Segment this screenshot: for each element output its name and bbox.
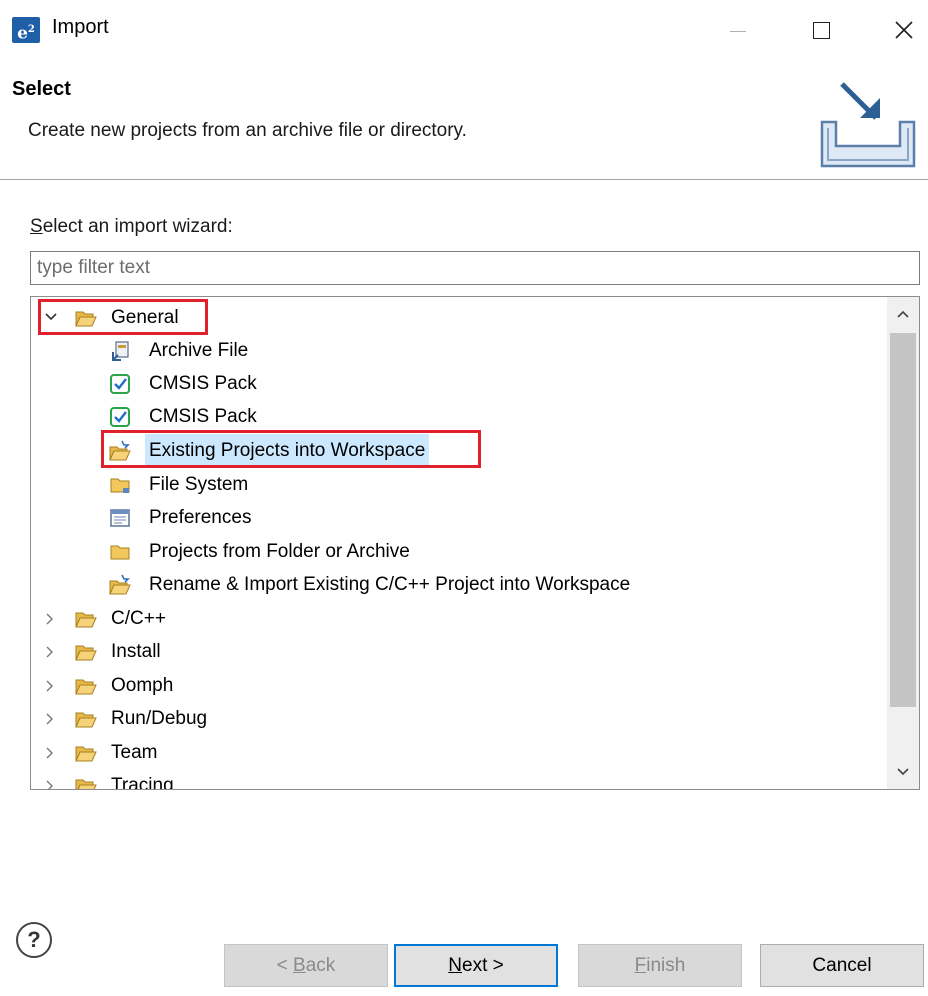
tree-item-file-system[interactable]: File System xyxy=(31,468,881,501)
tree-item-existing-projects[interactable]: Existing Projects into Workspace xyxy=(31,434,881,467)
tree-item-cmsis-pack[interactable]: CMSIS Pack xyxy=(31,367,881,400)
cmsis-pack-icon xyxy=(110,407,130,427)
wizard-tree[interactable]: General Archive File CMSIS Pack CMSIS Pa… xyxy=(30,296,920,790)
chevron-right-icon[interactable] xyxy=(41,769,61,789)
tree-scrollbar[interactable] xyxy=(887,297,919,789)
tree-item-cmsis-pack[interactable]: CMSIS Pack xyxy=(31,400,881,433)
title-bar: e2 Import xyxy=(0,0,928,62)
scroll-down-button[interactable] xyxy=(887,755,919,789)
chevron-down-icon xyxy=(897,768,909,776)
folder-icon xyxy=(110,478,130,493)
tree-item-install[interactable]: Install xyxy=(31,635,881,668)
import-project-icon xyxy=(109,574,131,595)
button-bar: ? < Back Next > Finish Cancel xyxy=(0,922,928,996)
wizard-header: Select Create new projects from an archi… xyxy=(0,62,928,180)
scroll-thumb[interactable] xyxy=(890,333,916,707)
folder-open-icon xyxy=(75,612,97,628)
window-title: Import xyxy=(52,16,109,38)
cmsis-pack-icon xyxy=(110,374,130,394)
e2-studio-logo-icon: e2 xyxy=(12,17,40,44)
folder-open-icon xyxy=(75,712,97,728)
wizard-label: Select an import wizard: xyxy=(30,216,233,237)
chevron-right-icon[interactable] xyxy=(41,635,61,668)
filter-input[interactable] xyxy=(30,251,920,285)
back-button[interactable]: < Back xyxy=(224,944,388,987)
close-button[interactable] xyxy=(878,8,928,52)
chevron-right-icon[interactable] xyxy=(41,669,61,702)
folder-open-icon xyxy=(75,311,97,327)
close-icon xyxy=(895,21,913,39)
cancel-button[interactable]: Cancel xyxy=(760,944,924,987)
help-icon: ? xyxy=(27,927,41,952)
chevron-right-icon[interactable] xyxy=(41,702,61,735)
folder-open-icon xyxy=(75,779,97,789)
help-button[interactable]: ? xyxy=(16,922,52,958)
tree-item-archive-file[interactable]: Archive File xyxy=(31,334,881,367)
minimize-button[interactable] xyxy=(712,8,762,52)
import-project-icon xyxy=(109,440,131,461)
next-button[interactable]: Next > xyxy=(394,944,558,987)
preferences-icon xyxy=(110,509,130,527)
tree-item-general[interactable]: General xyxy=(31,301,881,334)
chevron-right-icon[interactable] xyxy=(41,736,61,769)
tree-item-tracing[interactable]: Tracing xyxy=(31,769,881,789)
scroll-up-button[interactable] xyxy=(887,297,919,331)
archive-file-icon xyxy=(112,341,129,361)
tree-item-c-cpp[interactable]: C/C++ xyxy=(31,602,881,635)
tree-item-rename-import[interactable]: Rename & Import Existing C/C++ Project i… xyxy=(31,568,881,601)
chevron-right-icon[interactable] xyxy=(41,602,61,635)
tree-item-preferences[interactable]: Preferences xyxy=(31,501,881,534)
folder-open-icon xyxy=(75,746,97,762)
tree-item-run-debug[interactable]: Run/Debug xyxy=(31,702,881,735)
folder-open-icon xyxy=(75,645,97,661)
page-title: Select xyxy=(12,78,71,100)
folder-icon xyxy=(110,545,130,560)
folder-open-icon xyxy=(75,679,97,695)
import-wizard-graphic-icon xyxy=(820,82,916,168)
tree-item-projects-from-folder[interactable]: Projects from Folder or Archive xyxy=(31,535,881,568)
maximize-button[interactable] xyxy=(796,8,846,52)
page-description: Create new projects from an archive file… xyxy=(28,120,467,141)
chevron-up-icon xyxy=(897,310,909,318)
finish-button[interactable]: Finish xyxy=(578,944,742,987)
chevron-down-icon[interactable] xyxy=(41,301,61,334)
tree-item-oomph[interactable]: Oomph xyxy=(31,669,881,702)
tree-item-team[interactable]: Team xyxy=(31,736,881,769)
